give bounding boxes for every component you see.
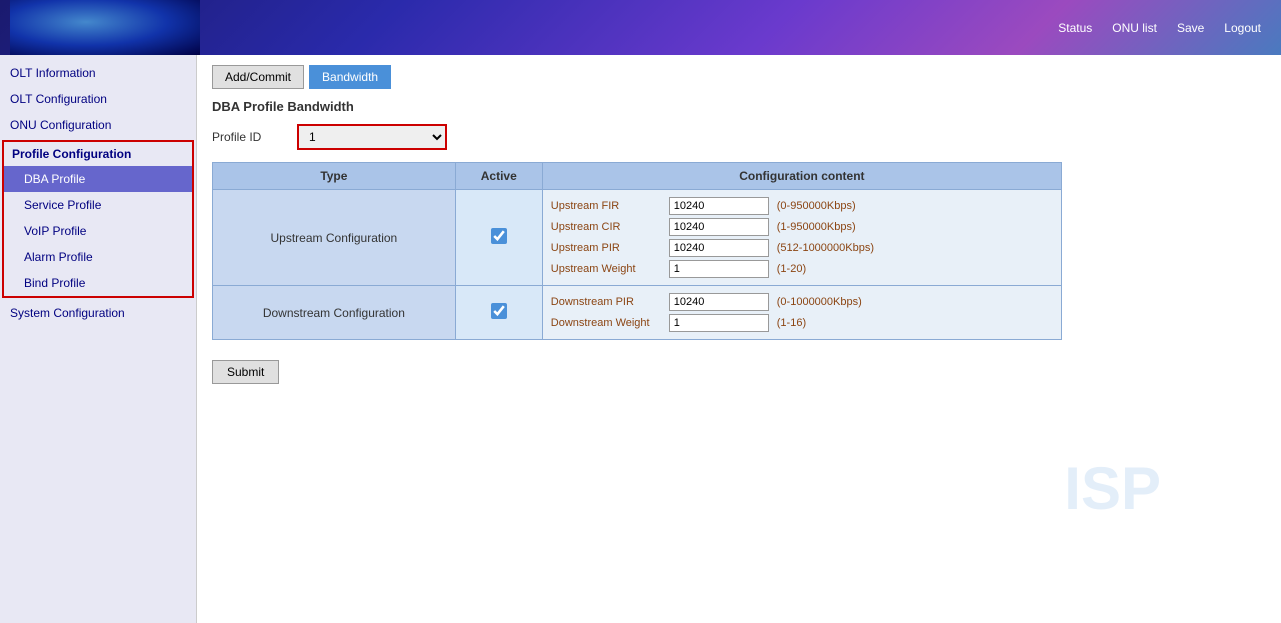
watermark: ISP: [1064, 454, 1161, 523]
sidebar-item-voip-profile[interactable]: VoIP Profile: [4, 218, 192, 244]
sidebar-item-olt-info[interactable]: OLT Information: [0, 60, 196, 86]
nav-logout[interactable]: Logout: [1224, 21, 1261, 35]
downstream-pir-range: (0-1000000Kbps): [777, 296, 862, 308]
upstream-weight-row: Upstream Weight (1-20): [551, 260, 1053, 278]
upstream-fir-input[interactable]: [669, 197, 769, 215]
upstream-fir-range: (0-950000Kbps): [777, 200, 856, 212]
sidebar-item-onu-config[interactable]: ONU Configuration: [0, 112, 196, 138]
sidebar-item-service-profile[interactable]: Service Profile: [4, 192, 192, 218]
sidebar: OLT Information OLT Configuration ONU Co…: [0, 55, 197, 623]
sidebar-item-bind-profile[interactable]: Bind Profile: [4, 270, 192, 296]
main-content: Add/Commit Bandwidth DBA Profile Bandwid…: [197, 55, 1281, 623]
downstream-weight-input[interactable]: [669, 314, 769, 332]
sidebar-item-olt-config[interactable]: OLT Configuration: [0, 86, 196, 112]
downstream-weight-row: Downstream Weight (1-16): [551, 314, 1053, 332]
col-active: Active: [455, 163, 542, 190]
top-header: Status ONU list Save Logout: [0, 0, 1281, 55]
tabs-bar: Add/Commit Bandwidth: [212, 65, 1266, 89]
upstream-weight-label: Upstream Weight: [551, 263, 661, 275]
downstream-active-cell: [455, 286, 542, 340]
col-type: Type: [213, 163, 456, 190]
col-content: Configuration content: [542, 163, 1061, 190]
tab-bandwidth[interactable]: Bandwidth: [309, 65, 391, 89]
downstream-pir-row: Downstream PIR (0-1000000Kbps): [551, 293, 1053, 311]
upstream-content-cell: Upstream FIR (0-950000Kbps) Upstream CIR…: [542, 190, 1061, 286]
top-nav: Status ONU list Save Logout: [1058, 21, 1261, 35]
upstream-weight-input[interactable]: [669, 260, 769, 278]
profile-id-row: Profile ID 1 2 3 4 5: [212, 124, 1266, 150]
downstream-weight-label: Downstream Weight: [551, 317, 661, 329]
globe-logo: [10, 0, 200, 55]
downstream-type-cell: Downstream Configuration: [213, 286, 456, 340]
upstream-fir-label: Upstream FIR: [551, 200, 661, 212]
upstream-cir-row: Upstream CIR (1-950000Kbps): [551, 218, 1053, 236]
profile-id-select[interactable]: 1 2 3 4 5: [297, 124, 447, 150]
profile-config-group: Profile Configuration DBA Profile Servic…: [2, 140, 194, 298]
upstream-fir-row: Upstream FIR (0-950000Kbps): [551, 197, 1053, 215]
upstream-active-checkbox[interactable]: [491, 228, 507, 244]
upstream-pir-row: Upstream PIR (512-1000000Kbps): [551, 239, 1053, 257]
downstream-pir-input[interactable]: [669, 293, 769, 311]
sidebar-item-alarm-profile[interactable]: Alarm Profile: [4, 244, 192, 270]
downstream-weight-range: (1-16): [777, 317, 806, 329]
profile-config-items: DBA Profile Service Profile VoIP Profile…: [4, 166, 192, 296]
table-row: Upstream Configuration Upstream FIR (0-9…: [213, 190, 1062, 286]
upstream-cir-input[interactable]: [669, 218, 769, 236]
downstream-active-checkbox[interactable]: [491, 303, 507, 319]
nav-save[interactable]: Save: [1177, 21, 1204, 35]
downstream-pir-label: Downstream PIR: [551, 296, 661, 308]
upstream-weight-range: (1-20): [777, 263, 806, 275]
upstream-cir-range: (1-950000Kbps): [777, 221, 856, 233]
upstream-pir-range: (512-1000000Kbps): [777, 242, 874, 254]
nav-onu-list[interactable]: ONU list: [1112, 21, 1157, 35]
upstream-pir-input[interactable]: [669, 239, 769, 257]
tab-add-commit[interactable]: Add/Commit: [212, 65, 304, 89]
profile-config-header[interactable]: Profile Configuration: [4, 142, 192, 166]
upstream-type-cell: Upstream Configuration: [213, 190, 456, 286]
downstream-content-cell: Downstream PIR (0-1000000Kbps) Downstrea…: [542, 286, 1061, 340]
sidebar-item-system-config[interactable]: System Configuration: [0, 300, 196, 326]
upstream-cir-label: Upstream CIR: [551, 221, 661, 233]
main-layout: OLT Information OLT Configuration ONU Co…: [0, 55, 1281, 623]
submit-button[interactable]: Submit: [212, 360, 279, 384]
upstream-pir-label: Upstream PIR: [551, 242, 661, 254]
table-row: Downstream Configuration Downstream PIR …: [213, 286, 1062, 340]
nav-status[interactable]: Status: [1058, 21, 1092, 35]
upstream-active-cell: [455, 190, 542, 286]
config-table: Type Active Configuration content Upstre…: [212, 162, 1062, 340]
profile-id-label: Profile ID: [212, 130, 282, 144]
sidebar-item-dba-profile[interactable]: DBA Profile: [4, 166, 192, 192]
page-title: DBA Profile Bandwidth: [212, 99, 1266, 114]
